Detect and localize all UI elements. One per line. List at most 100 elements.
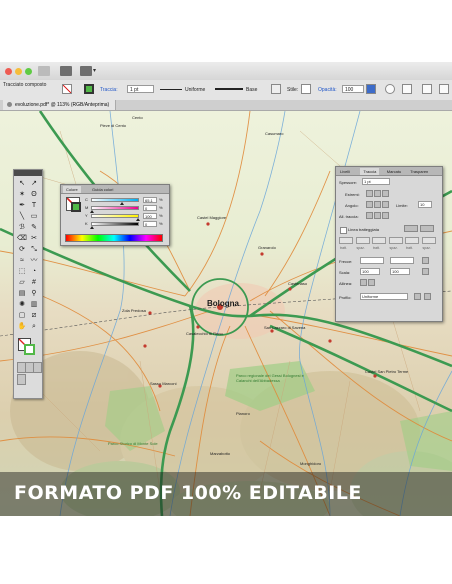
document-setup-icon[interactable] xyxy=(385,84,395,94)
gap-field[interactable] xyxy=(355,237,370,244)
weight-field[interactable]: 1 pt xyxy=(362,178,390,185)
start-scale-field[interactable]: 100 xyxy=(360,268,380,275)
graph-icon[interactable]: ▥ xyxy=(29,300,39,309)
link-scale-icon[interactable] xyxy=(422,268,429,275)
stroke-label[interactable]: Traccia: xyxy=(100,87,118,93)
channel-slider[interactable] xyxy=(90,222,139,229)
panel-menu-icon[interactable] xyxy=(439,84,449,94)
swap-arrows-button[interactable] xyxy=(422,257,429,264)
slider-knob[interactable] xyxy=(90,226,94,229)
stroke-weight-field[interactable]: 1 pt xyxy=(127,85,154,93)
scissors-icon[interactable]: ✂ xyxy=(29,234,39,243)
symbol-sprayer-icon[interactable]: ✺ xyxy=(17,300,27,309)
rectangle-icon[interactable]: ▭ xyxy=(29,212,39,221)
close-tab-icon[interactable] xyxy=(7,102,12,107)
direct-selection-icon[interactable]: ↗ xyxy=(29,179,39,188)
draw-inside-icon[interactable] xyxy=(33,362,42,373)
limit-field[interactable]: 10 xyxy=(418,201,432,208)
end-scale-field[interactable]: 100 xyxy=(390,268,410,275)
artboard-icon[interactable]: ▢ xyxy=(17,311,27,320)
slider-knob[interactable] xyxy=(119,202,124,205)
paintbrush-icon[interactable]: ℬ xyxy=(17,223,27,232)
slider-knob[interactable] xyxy=(136,218,140,221)
tab-color[interactable]: Colore xyxy=(63,186,81,193)
align-outside-button[interactable] xyxy=(382,212,389,219)
shape-builder-icon[interactable]: ◔ xyxy=(29,267,39,276)
gap-field[interactable] xyxy=(421,237,436,244)
align-icon[interactable] xyxy=(402,84,412,94)
minimize-window-button[interactable] xyxy=(15,68,22,75)
end-arrow-select[interactable] xyxy=(390,257,414,264)
width-icon[interactable]: ≈ xyxy=(17,256,27,265)
flip-across-button[interactable] xyxy=(424,293,431,300)
channel-slider[interactable] xyxy=(91,214,140,221)
line-icon[interactable]: ╲ xyxy=(17,212,27,221)
channel-value-field[interactable]: 65,1 xyxy=(143,197,157,203)
tab-traccia[interactable]: Traccia xyxy=(360,168,380,175)
rotate-icon[interactable]: ⟳ xyxy=(17,245,27,254)
butt-cap-button[interactable] xyxy=(366,190,373,197)
hand-icon[interactable]: ✋ xyxy=(17,322,27,331)
pencil-icon[interactable]: ✎ xyxy=(29,223,39,232)
channel-value-field[interactable]: 100 xyxy=(143,213,157,219)
tab-color-guide[interactable]: Guida colori xyxy=(89,186,116,193)
lasso-icon[interactable]: ʘ xyxy=(29,190,39,199)
stroke-color-box[interactable] xyxy=(71,202,81,212)
screen-mode-icon[interactable] xyxy=(17,374,26,385)
bevel-join-button[interactable] xyxy=(382,201,389,208)
fill-swatch[interactable] xyxy=(62,84,72,94)
type-icon[interactable]: T xyxy=(29,201,39,210)
dash-align-button[interactable] xyxy=(404,225,418,232)
round-join-button[interactable] xyxy=(374,201,381,208)
scale-icon[interactable]: ⤡ xyxy=(29,245,39,254)
tab-marcatu[interactable]: Marcatu xyxy=(384,168,404,175)
free-transform-icon[interactable]: ⬚ xyxy=(17,267,27,276)
eraser-icon[interactable]: ⌫ xyxy=(17,234,27,243)
align-center-button[interactable] xyxy=(366,212,373,219)
selection-icon[interactable]: ↖ xyxy=(17,179,27,188)
channel-slider[interactable] xyxy=(91,198,139,205)
arrow-tip-at-end-button[interactable] xyxy=(368,279,375,286)
color-spectrum-bar[interactable] xyxy=(65,234,163,242)
dash-corner-button[interactable] xyxy=(420,225,434,232)
dash-field[interactable] xyxy=(372,237,386,244)
projecting-cap-button[interactable] xyxy=(382,190,389,197)
arrange-documents-icon[interactable] xyxy=(80,66,92,76)
bridge-icon[interactable] xyxy=(60,66,72,76)
magic-wand-icon[interactable]: ✶ xyxy=(17,190,27,199)
eyedropper-icon[interactable]: ⚲ xyxy=(29,289,39,298)
channel-value-field[interactable]: 0 xyxy=(143,221,157,227)
slider-knob[interactable] xyxy=(90,210,94,213)
fill-stroke-swatch[interactable] xyxy=(18,338,36,356)
variable-width-profile[interactable]: Uniforme xyxy=(185,87,205,93)
profile-select[interactable]: Uniforme xyxy=(360,293,408,300)
flip-along-button[interactable] xyxy=(414,293,421,300)
tools-panel-header[interactable] xyxy=(14,170,42,176)
warp-icon[interactable]: 〰 xyxy=(29,256,39,265)
pen-icon[interactable]: ✒ xyxy=(17,201,27,210)
mesh-icon[interactable]: # xyxy=(29,278,39,287)
slice-icon[interactable]: ⧄ xyxy=(29,311,39,320)
opacity-field[interactable]: 100 xyxy=(342,85,364,93)
tab-trasparen[interactable]: Trasparen xyxy=(407,168,431,175)
channel-value-field[interactable]: 0 xyxy=(143,205,157,211)
chevron-down-icon[interactable]: ▾ xyxy=(93,67,96,74)
dash-field[interactable] xyxy=(405,237,419,244)
transform-icon[interactable] xyxy=(422,84,432,94)
stroke-swatch[interactable] xyxy=(84,84,94,94)
recolor-artwork-icon[interactable] xyxy=(271,84,281,94)
map-canvas[interactable]: Bologna Cento Pieve di Cento Casumaro Sa… xyxy=(0,111,452,516)
zoom-icon[interactable]: ⌕ xyxy=(29,322,39,331)
dash-field[interactable] xyxy=(339,237,353,244)
align-inside-button[interactable] xyxy=(374,212,381,219)
brush-definition[interactable]: Base xyxy=(246,87,257,93)
close-window-button[interactable] xyxy=(5,68,12,75)
document-tab[interactable]: evoluzione.pdf* @ 113% (RGB/Anteprima) xyxy=(3,100,117,110)
opacity-label[interactable]: Opacità: xyxy=(318,87,337,93)
graphic-style-swatch[interactable] xyxy=(301,84,311,94)
tab-livelli[interactable]: Livelli xyxy=(337,168,353,175)
dashed-line-checkbox[interactable] xyxy=(340,227,347,234)
gap-field[interactable] xyxy=(388,237,403,244)
start-arrow-select[interactable] xyxy=(360,257,384,264)
zoom-window-button[interactable] xyxy=(25,68,32,75)
